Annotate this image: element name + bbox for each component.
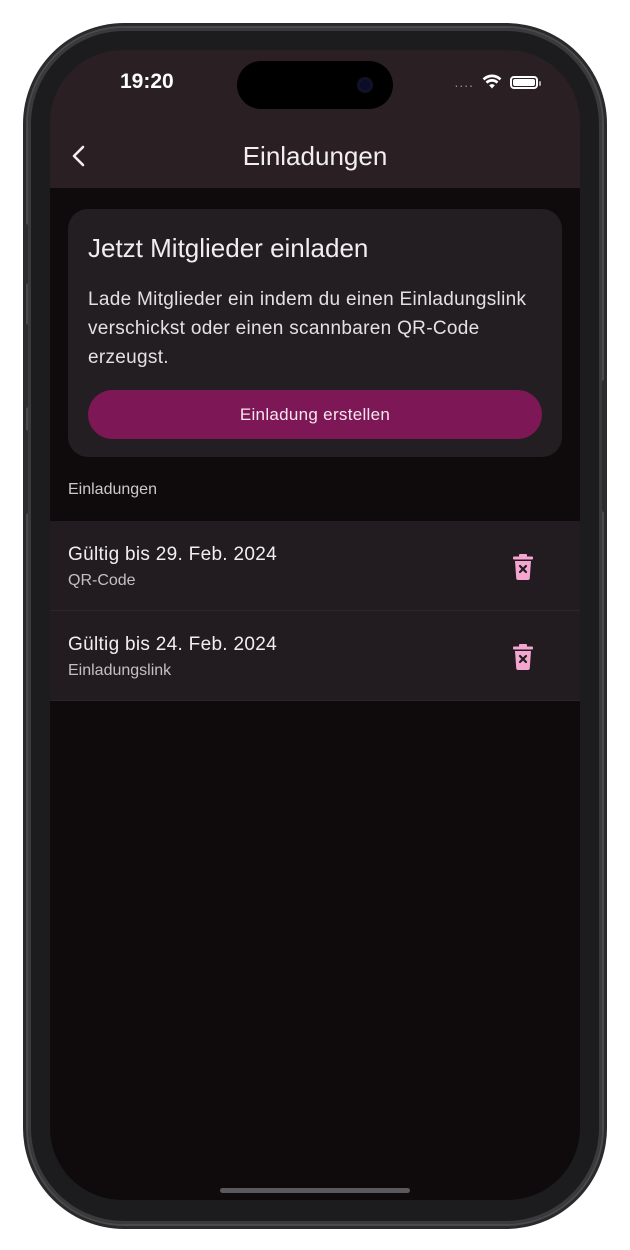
volume-down-button <box>24 430 28 514</box>
home-indicator[interactable] <box>220 1188 410 1193</box>
app-header: 19:20 .... Einladungen <box>50 50 580 188</box>
status-time: 19:20 <box>120 70 174 93</box>
invite-list: Gültig bis 29. Feb. 2024 QR-Code Gültig … <box>50 521 580 701</box>
invite-type: QR-Code <box>68 572 136 589</box>
page-title: Einladungen <box>242 141 388 171</box>
dynamic-island <box>237 61 393 109</box>
power-button <box>602 380 606 512</box>
invite-valid-until: Gültig bis 24. Feb. 2024 <box>68 634 277 655</box>
section-label: Einladungen <box>68 481 157 498</box>
action-button <box>24 224 28 284</box>
trash-icon[interactable] <box>512 644 534 670</box>
invite-type: Einladungslink <box>68 662 172 679</box>
invite-card-description: Lade Mitglieder ein indem du einen Einla… <box>88 289 527 368</box>
navigation-bar: Einladungen <box>50 132 580 182</box>
list-item[interactable]: Gültig bis 29. Feb. 2024 QR-Code <box>50 521 580 611</box>
camera-icon <box>357 77 373 93</box>
create-invite-button[interactable]: Einladung erstellen <box>88 390 542 439</box>
signal-dots: .... <box>454 74 474 90</box>
app-screen: 19:20 .... Einladungen Jetzt Mitglieder … <box>50 50 580 1200</box>
trash-icon[interactable] <box>512 554 534 580</box>
list-item[interactable]: Gültig bis 24. Feb. 2024 Einladungslink <box>50 611 580 701</box>
invite-valid-until: Gültig bis 29. Feb. 2024 <box>68 544 277 565</box>
wifi-icon <box>482 74 502 89</box>
invite-card: Jetzt Mitglieder einladen Lade Mitgliede… <box>68 209 562 457</box>
battery-icon <box>510 75 541 89</box>
invite-card-title: Jetzt Mitglieder einladen <box>88 233 369 263</box>
volume-up-button <box>24 324 28 408</box>
status-indicators: .... <box>454 74 541 90</box>
